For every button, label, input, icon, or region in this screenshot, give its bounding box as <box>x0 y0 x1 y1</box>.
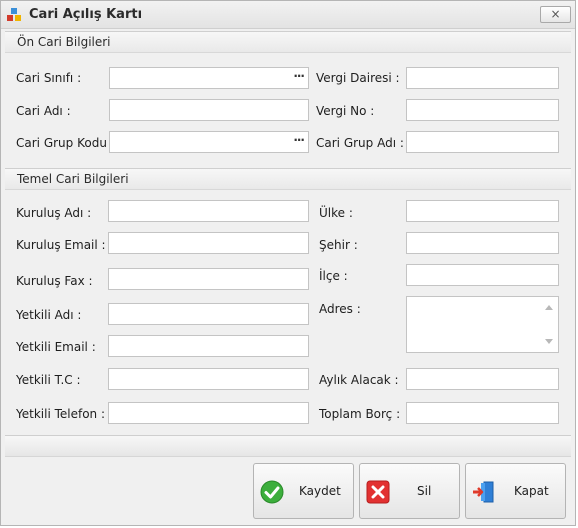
yetkili-email-input[interactable] <box>108 335 309 357</box>
cari-adi-label: Cari Adı : <box>16 104 71 118</box>
ilce-input[interactable] <box>406 264 559 286</box>
on-cari-header: Ön Cari Bilgileri <box>5 31 571 53</box>
title-bar: Cari Açılış Kartı × <box>1 1 575 29</box>
cari-acilis-window: Cari Açılış Kartı × Ön Cari Bilgileri Ca… <box>0 0 576 526</box>
exit-door-icon <box>473 481 494 503</box>
cari-grup-adi-input[interactable] <box>406 131 559 153</box>
aylik-alacak-label: Aylık Alacak : <box>319 373 399 387</box>
sehir-label: Şehir : <box>319 238 358 252</box>
delete-x-icon <box>366 480 390 504</box>
sil-button[interactable]: Sil <box>359 463 460 519</box>
scroll-up-icon[interactable] <box>545 305 553 310</box>
cari-sinifi-ellipsis-button[interactable]: ··· <box>293 69 305 83</box>
cari-grup-kodu-input[interactable]: ··· <box>109 131 309 153</box>
window-title: Cari Açılış Kartı <box>29 7 143 22</box>
yetkili-adi-label: Yetkili Adı : <box>16 308 82 322</box>
yetkili-telefon-label: Yetkili Telefon : <box>16 407 106 421</box>
cari-sinifi-label: Cari Sınıfı : <box>16 71 82 85</box>
yetkili-telefon-input[interactable] <box>108 402 309 424</box>
toplam-borc-input[interactable] <box>406 402 559 424</box>
scroll-down-icon[interactable] <box>545 339 553 344</box>
ilce-label: İlçe : <box>319 269 348 283</box>
adres-textarea[interactable] <box>406 296 559 353</box>
yetkili-tc-label: Yetkili T.C : <box>16 373 81 387</box>
separator-strip <box>5 435 571 457</box>
kapat-button[interactable]: Kapat <box>465 463 566 519</box>
sehir-input[interactable] <box>406 232 559 254</box>
cari-adi-input[interactable] <box>109 99 309 121</box>
ulke-label: Ülke : <box>319 206 353 220</box>
vergi-dairesi-label: Vergi Dairesi : <box>316 71 400 85</box>
kurulus-fax-input[interactable] <box>108 268 309 290</box>
vergi-no-input[interactable] <box>406 99 559 121</box>
close-icon: × <box>550 7 561 21</box>
cari-grup-adi-label: Cari Grup Adı : <box>316 136 404 150</box>
kurulus-adi-label: Kuruluş Adı : <box>16 206 92 220</box>
temel-cari-header: Temel Cari Bilgileri <box>5 168 571 190</box>
sil-label: Sil <box>417 484 432 498</box>
app-icon <box>7 8 21 21</box>
check-icon <box>260 480 284 504</box>
vergi-no-label: Vergi No : <box>316 104 375 118</box>
aylik-alacak-input[interactable] <box>406 368 559 390</box>
yetkili-tc-input[interactable] <box>108 368 309 390</box>
cari-grup-kodu-label: Cari Grup Kodu : <box>16 136 115 150</box>
kurulus-email-label: Kuruluş Email : <box>16 238 106 252</box>
kurulus-adi-input[interactable] <box>108 200 309 222</box>
kurulus-email-input[interactable] <box>108 232 309 254</box>
ulke-input[interactable] <box>406 200 559 222</box>
yetkili-adi-input[interactable] <box>108 303 309 325</box>
kaydet-label: Kaydet <box>299 484 341 498</box>
kaydet-button[interactable]: Kaydet <box>253 463 354 519</box>
kurulus-fax-label: Kuruluş Fax : <box>16 274 93 288</box>
cari-grup-kodu-ellipsis-button[interactable]: ··· <box>293 133 305 147</box>
adres-label: Adres : <box>319 302 361 316</box>
yetkili-email-label: Yetkili Email : <box>16 340 96 354</box>
kapat-label: Kapat <box>514 484 549 498</box>
toplam-borc-label: Toplam Borç : <box>319 407 401 421</box>
cari-sinifi-input[interactable]: ··· <box>109 67 309 89</box>
vergi-dairesi-input[interactable] <box>406 67 559 89</box>
close-button[interactable]: × <box>540 6 571 23</box>
